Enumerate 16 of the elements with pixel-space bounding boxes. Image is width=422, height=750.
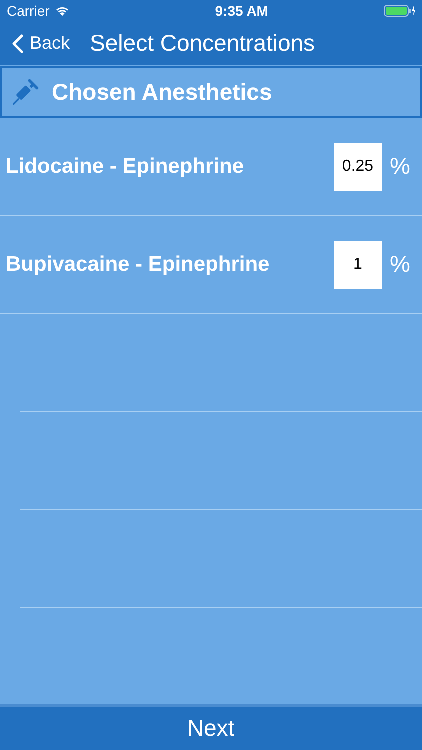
drug-name: Bupivacaine - Epinephrine	[6, 252, 271, 276]
carrier-label: Carrier	[7, 3, 50, 19]
unit-label: %	[390, 251, 412, 278]
next-button[interactable]: Next	[0, 704, 422, 750]
concentration-field[interactable]: 1	[334, 240, 382, 288]
unit-label: %	[390, 153, 412, 180]
section-title: Chosen Anesthetics	[52, 78, 272, 106]
battery-icon	[384, 5, 416, 17]
drug-name: Lidocaine - Epinephrine	[6, 154, 246, 178]
wifi-icon	[54, 6, 70, 16]
chevron-icon	[12, 34, 24, 54]
concentration-field[interactable]: 0.25	[334, 142, 382, 190]
clock-time: 9:35 AM	[215, 3, 268, 19]
screen-title: Select Concentrations	[90, 30, 316, 57]
back-button[interactable]: Back	[0, 33, 70, 54]
syringe-icon	[12, 78, 40, 106]
